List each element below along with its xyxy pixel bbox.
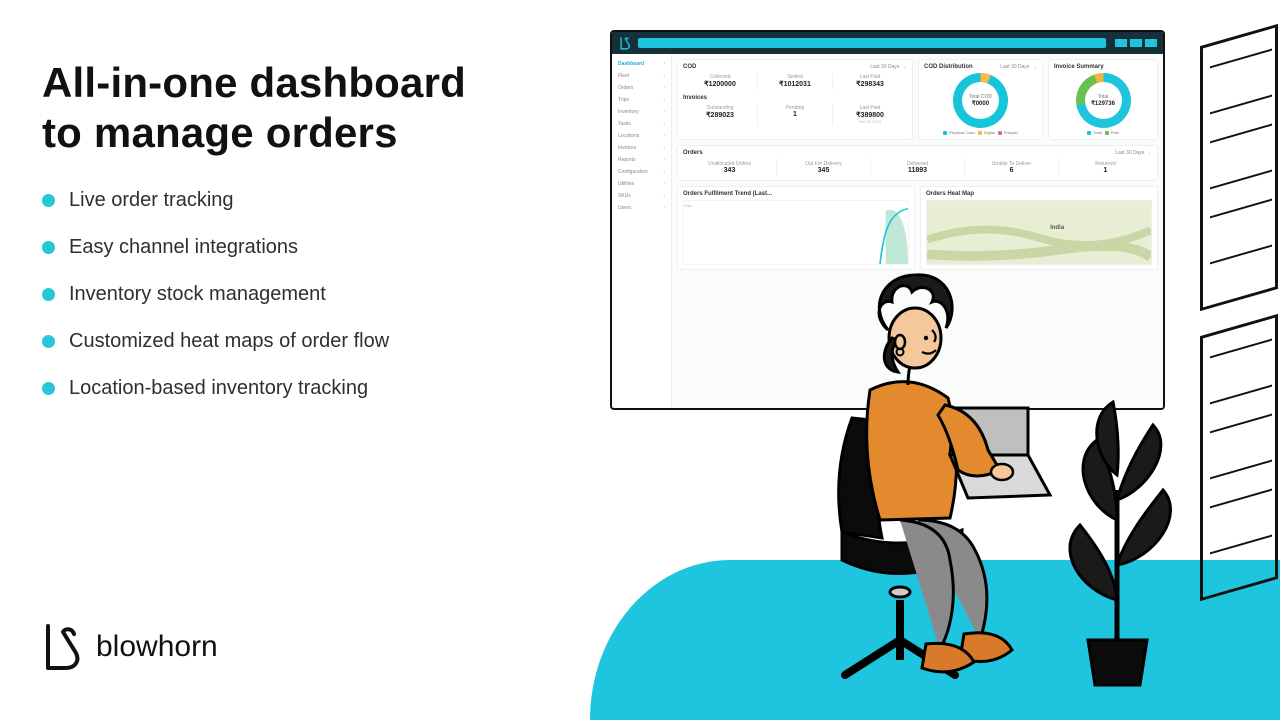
- sidebar-item-trips[interactable]: Trips›: [614, 94, 669, 106]
- card-title: Invoice Summary: [1054, 64, 1104, 70]
- orders-kpi: Delivered11893: [871, 159, 965, 176]
- feature-item: Customized heat maps of order flow: [42, 330, 582, 353]
- kpi-sub: Feb 02 2022: [835, 119, 905, 124]
- chevron-right-icon: ›: [663, 181, 665, 187]
- chevron-down-icon: ⌄: [1033, 64, 1037, 70]
- chevron-right-icon: ›: [663, 193, 665, 199]
- kpi-value: ₹1200000: [685, 80, 755, 88]
- donut-chart: Total COD₹0000: [953, 73, 1008, 128]
- orders-card: Orders Last 30 Days ⌄ Unallocated Orders3…: [677, 145, 1158, 181]
- feature-text: Easy channel integrations: [69, 236, 298, 259]
- kpi-value: ₹1012031: [760, 80, 830, 88]
- card-title: Orders: [683, 150, 703, 156]
- chevron-right-icon: ›: [663, 73, 665, 79]
- legend-item: Total: [1087, 130, 1101, 135]
- card-title: COD: [683, 64, 696, 70]
- bullet-icon: [42, 335, 55, 348]
- chevron-right-icon: ›: [663, 133, 665, 139]
- bullet-icon: [42, 241, 55, 254]
- chevron-right-icon: ›: [663, 205, 665, 211]
- cod-card: CODLast 30 Days ⌄ Collected₹1200000 Sett…: [677, 59, 913, 140]
- headline-line2: to manage orders: [42, 109, 398, 156]
- chevron-down-icon: ⌄: [903, 64, 907, 70]
- chevron-right-icon: ›: [663, 121, 665, 127]
- person-illustration: [750, 220, 1070, 690]
- address-bar: [638, 38, 1106, 48]
- sidebar-item-dashboard[interactable]: Dashboard›: [614, 58, 669, 70]
- chevron-right-icon: ›: [663, 61, 665, 67]
- sidebar-item-reports[interactable]: Reports›: [614, 154, 669, 166]
- legend-item: Digital: [978, 130, 995, 135]
- feature-text: Location-based inventory tracking: [69, 377, 368, 400]
- sidebar: Dashboard›Fleet›Orders›Trips›Inventory›T…: [612, 54, 672, 408]
- blowhorn-mini-icon: [618, 36, 632, 50]
- chevron-down-icon: ⌄: [1148, 150, 1152, 156]
- filter-dropdown[interactable]: Last 30 Days ⌄: [1115, 150, 1152, 156]
- bullet-icon: [42, 288, 55, 301]
- sidebar-item-skus[interactable]: SKUs›: [614, 190, 669, 202]
- orders-kpi: Unable To Deliver6: [965, 159, 1059, 176]
- sidebar-item-inventory[interactable]: Inventory›: [614, 106, 669, 118]
- card-title: COD Distribution: [924, 64, 973, 70]
- headline-line1: All-in-one dashboard: [42, 59, 466, 106]
- sidebar-item-orders[interactable]: Orders›: [614, 82, 669, 94]
- axis-label: Kilo: [685, 203, 692, 208]
- orders-kpi: Out For Delivery345: [777, 159, 871, 176]
- orders-kpi: Returned1: [1059, 159, 1152, 176]
- cod-distribution-card: COD Distribution Last 30 Days ⌄ Total COD…: [918, 59, 1043, 140]
- chevron-right-icon: ›: [663, 157, 665, 163]
- donut-value: ₹0000: [972, 100, 989, 107]
- chevron-right-icon: ›: [663, 109, 665, 115]
- filter-dropdown[interactable]: Last 30 Days ⌄: [1000, 64, 1037, 70]
- bullet-icon: [42, 194, 55, 207]
- kpi-value: 1: [760, 111, 830, 118]
- feature-list: Live order tracking Easy channel integra…: [42, 189, 582, 400]
- sidebar-item-fleet[interactable]: Fleet›: [614, 70, 669, 82]
- blowhorn-icon: [42, 622, 82, 672]
- orders-kpi: Unallocated Orders343: [683, 159, 777, 176]
- card-title: Orders Fulfilment Trend (Last...: [683, 191, 772, 197]
- feature-item: Easy channel integrations: [42, 236, 582, 259]
- kpi-value: ₹289023: [685, 111, 755, 119]
- window-buttons: [1112, 34, 1157, 52]
- legend: Physical Cash DigitalPrepaid: [924, 130, 1037, 135]
- brand-logo: blowhorn: [42, 622, 218, 672]
- card-title: Invoices: [683, 95, 707, 101]
- sidebar-item-utilities[interactable]: Utilities›: [614, 178, 669, 190]
- sidebar-item-configuration[interactable]: Configuration›: [614, 166, 669, 178]
- feature-item: Inventory stock management: [42, 283, 582, 306]
- headline: All-in-one dashboard to manage orders: [42, 58, 582, 157]
- kpi-value: ₹298343: [835, 80, 905, 88]
- chevron-right-icon: ›: [663, 169, 665, 175]
- window-titlebar: [612, 32, 1163, 54]
- feature-item: Live order tracking: [42, 189, 582, 212]
- kpi-value: ₹389800: [835, 111, 905, 119]
- sidebar-item-invoices[interactable]: Invoices›: [614, 142, 669, 154]
- chevron-right-icon: ›: [663, 145, 665, 151]
- donut-chart: Total₹129736: [1076, 73, 1131, 128]
- feature-text: Customized heat maps of order flow: [69, 330, 389, 353]
- window-panels: [1200, 25, 1278, 585]
- chevron-right-icon: ›: [663, 85, 665, 91]
- filter-dropdown[interactable]: Last 30 Days ⌄: [870, 64, 907, 70]
- legend-item: Paid: [1105, 130, 1119, 135]
- feature-item: Location-based inventory tracking: [42, 377, 582, 400]
- brand-name: blowhorn: [96, 630, 218, 664]
- sidebar-item-users[interactable]: Users›: [614, 202, 669, 214]
- invoice-summary-card: Invoice Summary Total₹129736 Total Paid: [1048, 59, 1158, 140]
- sidebar-item-locations[interactable]: Locations›: [614, 130, 669, 142]
- legend-item: Prepaid: [998, 130, 1018, 135]
- feature-text: Live order tracking: [69, 189, 234, 212]
- card-title: Orders Heat Map: [926, 191, 974, 197]
- bullet-icon: [42, 382, 55, 395]
- sidebar-item-tasks[interactable]: Tasks›: [614, 118, 669, 130]
- legend-item: Physical Cash: [943, 130, 974, 135]
- chevron-right-icon: ›: [663, 97, 665, 103]
- donut-value: ₹129736: [1091, 100, 1115, 107]
- legend: Total Paid: [1054, 130, 1152, 135]
- feature-text: Inventory stock management: [69, 283, 326, 306]
